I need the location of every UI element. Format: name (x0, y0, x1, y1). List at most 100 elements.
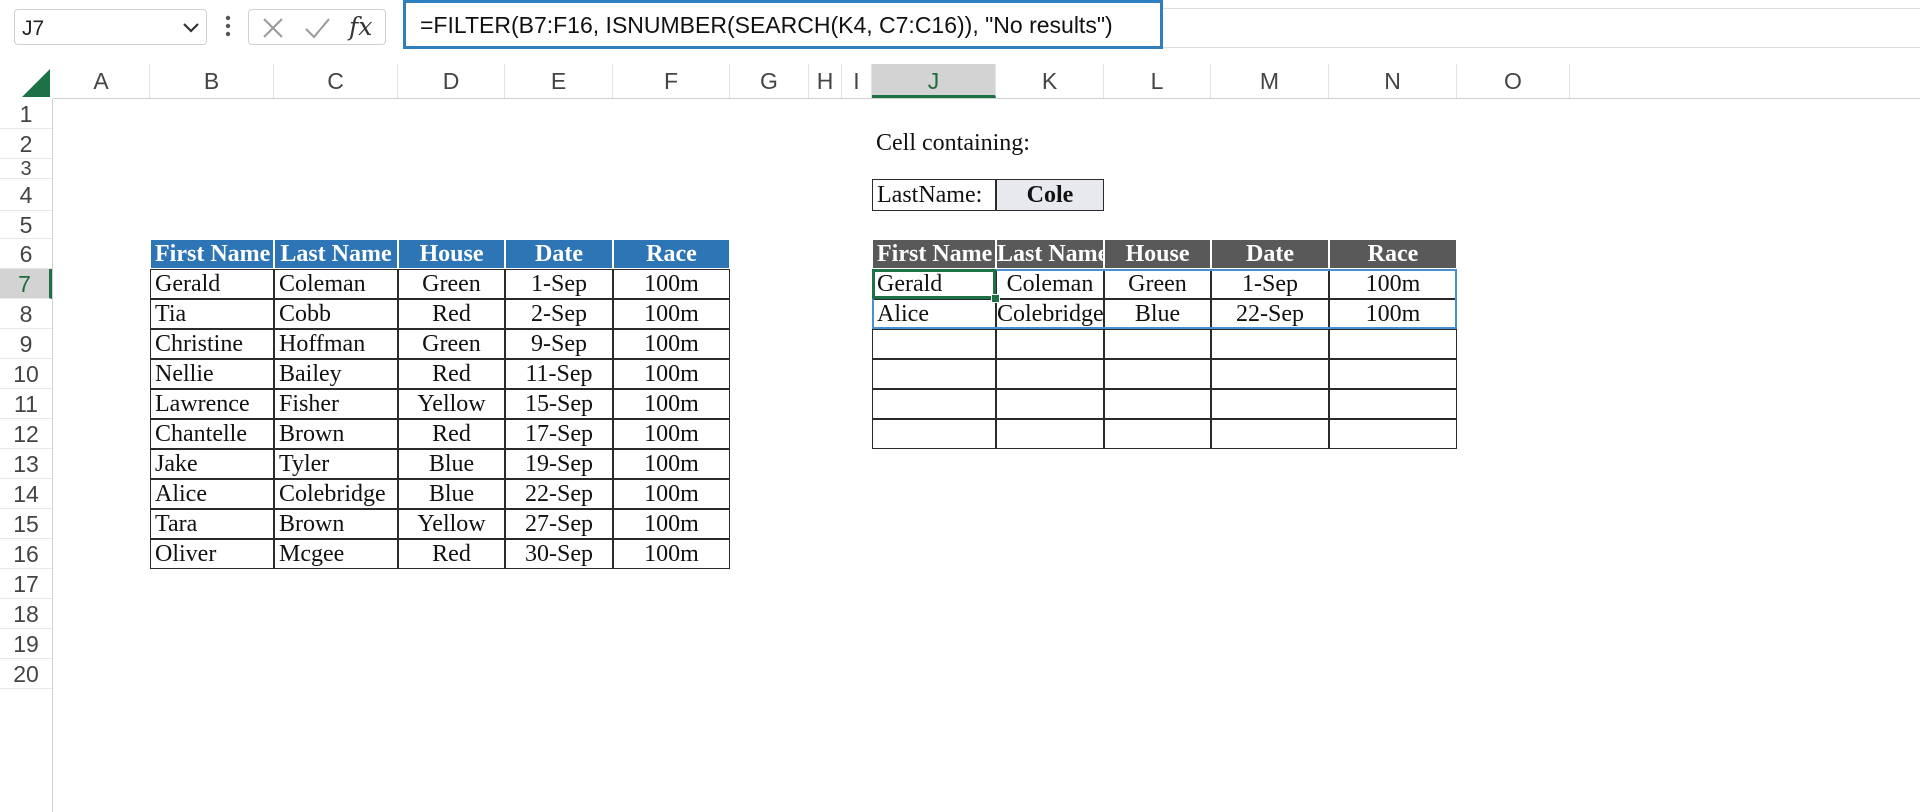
source-table-cell[interactable]: 100m (613, 449, 730, 479)
column-header-k[interactable]: K (996, 64, 1104, 98)
source-table-cell[interactable]: Tia (150, 299, 274, 329)
name-box[interactable]: J7 (14, 9, 207, 45)
column-header-a[interactable]: A (53, 64, 150, 98)
column-header-g[interactable]: G (730, 64, 809, 98)
source-table-cell[interactable]: Hoffman (274, 329, 398, 359)
source-table-cell[interactable]: 9-Sep (505, 329, 613, 359)
source-table-cell[interactable]: 17-Sep (505, 419, 613, 449)
row-header-9[interactable]: 9 (0, 329, 52, 359)
source-table-cell[interactable]: 100m (613, 419, 730, 449)
source-table-header-house[interactable]: House (398, 239, 505, 269)
row-header-3[interactable]: 3 (0, 159, 52, 179)
row-header-8[interactable]: 8 (0, 299, 52, 329)
result-table-header-house[interactable]: House (1104, 239, 1211, 269)
source-table-cell[interactable]: 100m (613, 479, 730, 509)
source-table-cell[interactable]: Red (398, 419, 505, 449)
result-table-cell[interactable] (872, 389, 996, 419)
source-table-cell[interactable]: Red (398, 359, 505, 389)
source-table-cell[interactable]: Tara (150, 509, 274, 539)
row-header-11[interactable]: 11 (0, 389, 52, 419)
source-table-cell[interactable]: 100m (613, 389, 730, 419)
source-table-cell[interactable]: Tyler (274, 449, 398, 479)
source-table-cell[interactable]: Christine (150, 329, 274, 359)
criteria-value-input[interactable]: Cole (996, 179, 1104, 211)
row-header-13[interactable]: 13 (0, 449, 52, 479)
result-table-cell[interactable] (872, 359, 996, 389)
source-table-cell[interactable]: Nellie (150, 359, 274, 389)
result-table-cell[interactable] (1211, 389, 1329, 419)
insert-function-icon[interactable]: fx (349, 12, 372, 41)
source-table-cell[interactable]: 100m (613, 359, 730, 389)
row-header-4[interactable]: 4 (0, 179, 52, 211)
source-table-cell[interactable]: 30-Sep (505, 539, 613, 569)
result-table-cell[interactable] (1211, 329, 1329, 359)
source-table-cell[interactable]: Alice (150, 479, 274, 509)
chevron-down-icon[interactable] (180, 18, 202, 38)
result-table-cell[interactable] (996, 359, 1104, 389)
source-table-cell[interactable]: Fisher (274, 389, 398, 419)
source-table-cell[interactable]: 15-Sep (505, 389, 613, 419)
result-table-cell[interactable] (1104, 359, 1211, 389)
formula-input[interactable]: =FILTER(B7:F16, ISNUMBER(SEARCH(K4, C7:C… (403, 0, 1163, 49)
row-header-18[interactable]: 18 (0, 599, 52, 629)
source-table-cell[interactable]: Blue (398, 449, 505, 479)
column-header-l[interactable]: L (1104, 64, 1211, 98)
name-box-value[interactable]: J7 (22, 17, 44, 41)
source-table-cell[interactable]: 19-Sep (505, 449, 613, 479)
result-table-header-race[interactable]: Race (1329, 239, 1457, 269)
result-table-cell[interactable]: 1-Sep (1211, 269, 1329, 299)
result-table-cell[interactable] (1329, 329, 1457, 359)
result-table-header-date[interactable]: Date (1211, 239, 1329, 269)
row-header-20[interactable]: 20 (0, 659, 52, 689)
source-table-cell[interactable]: Cobb (274, 299, 398, 329)
row-header-5[interactable]: 5 (0, 211, 52, 239)
source-table-cell[interactable]: Chantelle (150, 419, 274, 449)
fill-handle[interactable] (991, 294, 1000, 303)
source-table-cell[interactable]: 100m (613, 509, 730, 539)
cancel-icon[interactable] (259, 15, 287, 41)
result-table-cell[interactable] (1329, 359, 1457, 389)
result-table-cell[interactable] (1329, 419, 1457, 449)
source-table-cell[interactable]: Gerald (150, 269, 274, 299)
source-table-cell[interactable]: 100m (613, 539, 730, 569)
formula-text[interactable]: =FILTER(B7:F16, ISNUMBER(SEARCH(K4, C7:C… (420, 12, 1113, 39)
source-table-cell[interactable]: Coleman (274, 269, 398, 299)
column-header-n[interactable]: N (1329, 64, 1457, 98)
source-table-cell[interactable]: Oliver (150, 539, 274, 569)
source-table-header-date[interactable]: Date (505, 239, 613, 269)
source-table-cell[interactable]: 100m (613, 329, 730, 359)
worksheet-grid[interactable]: Cell containing: LastName: Cole First Na… (53, 99, 1920, 812)
column-header-c[interactable]: C (274, 64, 398, 98)
source-table-cell[interactable]: Yellow (398, 509, 505, 539)
source-table-cell[interactable]: Bailey (274, 359, 398, 389)
select-all-triangle-icon[interactable] (0, 64, 53, 99)
result-table-cell[interactable]: Blue (1104, 299, 1211, 329)
row-header-2[interactable]: 2 (0, 129, 52, 159)
source-table-cell[interactable]: Red (398, 299, 505, 329)
result-table-cell[interactable] (1211, 359, 1329, 389)
row-header-6[interactable]: 6 (0, 239, 52, 269)
criteria-title[interactable]: Cell containing: (872, 129, 1211, 159)
source-table-cell[interactable]: Brown (274, 509, 398, 539)
row-header-17[interactable]: 17 (0, 569, 52, 599)
source-table-cell[interactable]: 1-Sep (505, 269, 613, 299)
result-table-cell[interactable] (1104, 329, 1211, 359)
source-table-cell[interactable]: 2-Sep (505, 299, 613, 329)
column-header-o[interactable]: O (1457, 64, 1570, 98)
source-table-cell[interactable]: Red (398, 539, 505, 569)
source-table-cell[interactable]: Green (398, 269, 505, 299)
column-header-d[interactable]: D (398, 64, 505, 98)
source-table-cell[interactable]: 100m (613, 299, 730, 329)
result-table-cell[interactable] (996, 389, 1104, 419)
source-table-cell[interactable]: Colebridge (274, 479, 398, 509)
row-header-19[interactable]: 19 (0, 629, 52, 659)
source-table-cell[interactable]: Brown (274, 419, 398, 449)
source-table-cell[interactable]: 11-Sep (505, 359, 613, 389)
source-table-header-last-name[interactable]: Last Name (274, 239, 398, 269)
result-table-cell[interactable] (872, 419, 996, 449)
result-table-cell[interactable]: Gerald (872, 269, 996, 299)
source-table-cell[interactable]: 100m (613, 269, 730, 299)
result-table-cell[interactable] (872, 329, 996, 359)
criteria-label[interactable]: LastName: (872, 179, 996, 211)
source-table-cell[interactable]: Blue (398, 479, 505, 509)
